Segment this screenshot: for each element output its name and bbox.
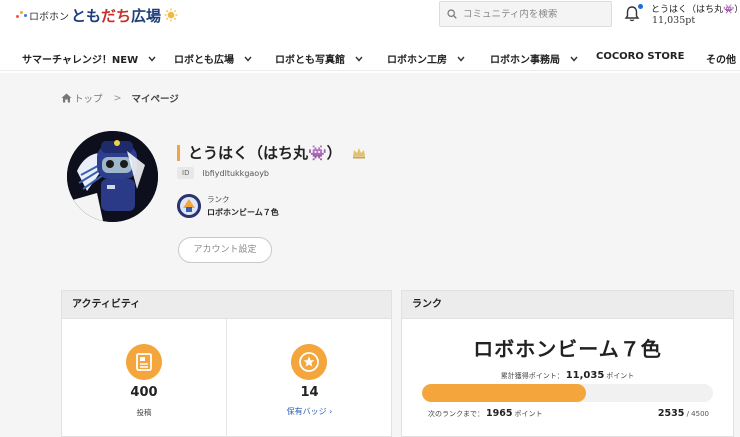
site-logo[interactable]: ロボホン ともだち広場 xyxy=(14,5,178,25)
search-icon xyxy=(447,9,457,19)
next-rank-points: 次のランクまで： 1965 ポイント xyxy=(428,408,543,419)
posts-label: 投稿 xyxy=(136,408,152,417)
breadcrumb-home[interactable]: トップ xyxy=(74,91,103,105)
rank-progress-ratio: 2535 / 4500 xyxy=(657,408,709,419)
total-points: 累計獲得ポイント： 11,035 ポイント xyxy=(500,370,635,381)
document-icon xyxy=(126,344,162,380)
home-icon[interactable] xyxy=(61,93,72,103)
nav-item-robohon-workshop[interactable]: ロボホン工房 xyxy=(387,51,465,66)
name-accent-bar xyxy=(177,144,180,161)
logo-sparkle-icon xyxy=(14,8,28,22)
search-box[interactable] xyxy=(439,1,612,27)
breadcrumb: トップ > マイページ xyxy=(61,91,179,105)
breadcrumb-current: マイページ xyxy=(131,94,179,105)
star-badge-icon xyxy=(291,344,327,380)
rank-progress-bar xyxy=(422,384,713,402)
posts-stat[interactable]: 400 投稿 xyxy=(62,319,227,437)
badges-link[interactable]: 保有バッジ › xyxy=(227,406,392,417)
nav-item-others[interactable]: その他 xyxy=(706,51,736,66)
profile-name: とうはく（はち丸👾） xyxy=(177,142,366,163)
header-user-name[interactable]: とうはく（はち丸👾） xyxy=(651,2,740,15)
activity-card: アクティビティ 400 投稿 14 保有バッジ › xyxy=(61,290,392,437)
main-nav: サマーチャレンジ！NEW ロボとも広場 ロボとも写真館 ロボホン工房 ロボホン事… xyxy=(0,43,740,71)
nav-item-cocoro-store[interactable]: COCORO STORE xyxy=(596,51,684,62)
chevron-down-icon xyxy=(244,56,252,62)
chevron-down-icon xyxy=(355,56,363,62)
rank-card: ランク ロボホンビーム７色 累計獲得ポイント： 11,035 ポイント 次のランクま… xyxy=(401,290,734,437)
badges-count: 14 xyxy=(300,385,319,400)
rank-card-title: ランク xyxy=(402,291,733,319)
chevron-down-icon xyxy=(148,56,156,62)
profile-name-text: とうはく（はち丸👾） xyxy=(188,144,342,162)
avatar-robot-image xyxy=(67,131,158,222)
breadcrumb-separator: > xyxy=(113,92,122,104)
header-user-points: 11,035pt xyxy=(652,15,696,26)
chevron-down-icon xyxy=(570,56,578,62)
account-settings-button[interactable]: アカウント設定 xyxy=(178,237,272,263)
search-input[interactable] xyxy=(463,8,603,20)
badges-stat[interactable]: 14 保有バッジ › xyxy=(227,319,392,437)
rank-value: ロボホンビーム７色 xyxy=(207,208,279,217)
profile-id: ID lbfiydltukkgaoyb xyxy=(177,167,269,179)
logo-text: ともだち広場 xyxy=(71,6,162,25)
notification-dot xyxy=(638,4,643,9)
id-tag: ID xyxy=(177,167,195,179)
chevron-down-icon xyxy=(457,56,465,62)
rank-emblem-icon xyxy=(177,194,201,218)
crown-badge-icon xyxy=(352,147,365,158)
activity-title: アクティビティ xyxy=(62,291,391,319)
nav-item-photo-gallery[interactable]: ロボとも写真館 xyxy=(275,51,363,66)
sun-icon xyxy=(164,8,178,22)
profile-avatar xyxy=(67,131,158,222)
nav-item-robohon-office[interactable]: ロボホン事務局 xyxy=(490,51,578,66)
rank-progress-fill xyxy=(422,384,586,402)
site-header: ロボホン ともだち広場 とうはく（はち丸👾） 11,035pt xyxy=(0,0,740,36)
logo-text-small: ロボホン xyxy=(29,11,69,23)
posts-count: 400 xyxy=(130,385,158,400)
rank-name: ロボホンビーム７色 xyxy=(473,337,662,361)
nav-item-robotomo-plaza[interactable]: ロボとも広場 xyxy=(174,51,252,66)
rank-label: ランク xyxy=(207,195,230,204)
profile-rank: ランク ロボホンビーム７色 xyxy=(177,194,279,218)
nav-item-summer-challenge[interactable]: サマーチャレンジ！NEW xyxy=(22,51,156,66)
id-value: lbfiydltukkgaoyb xyxy=(202,168,270,178)
